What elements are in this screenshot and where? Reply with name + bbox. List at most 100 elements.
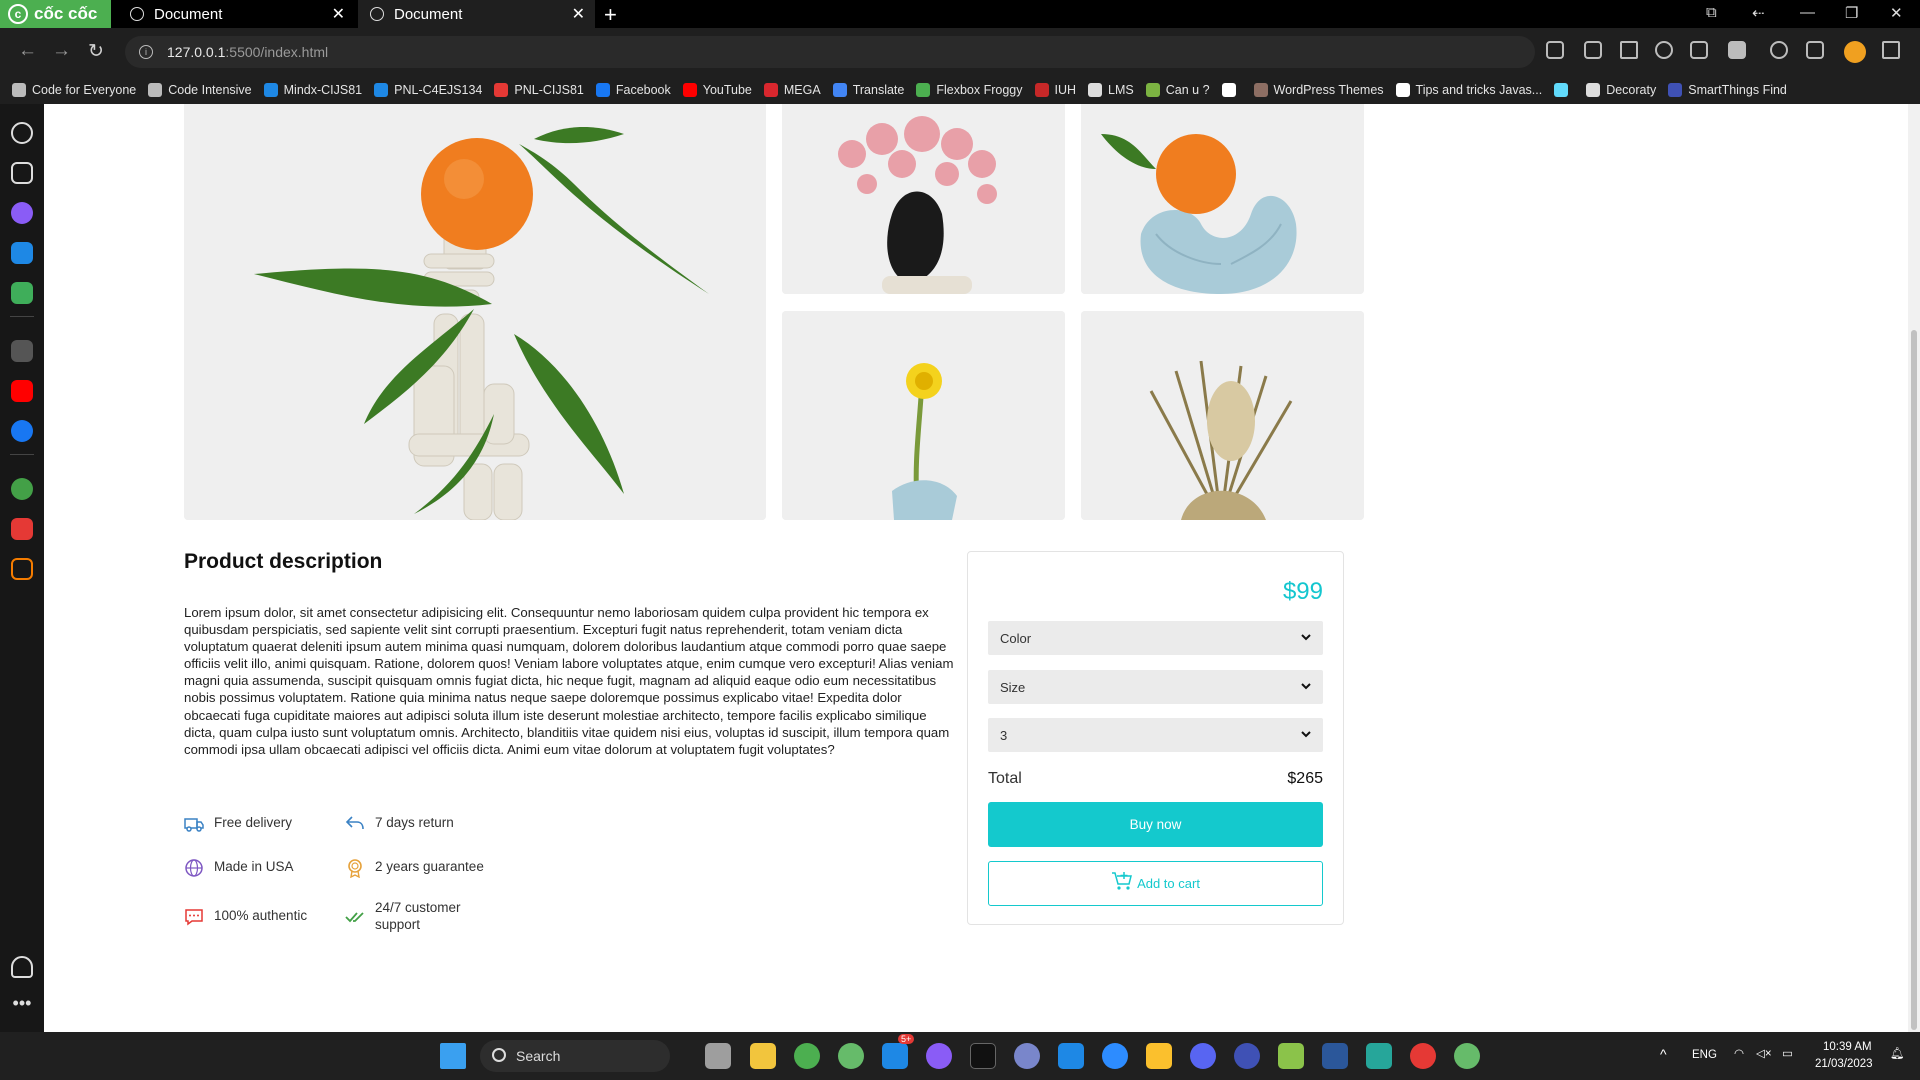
chevron-up-icon[interactable]: ^ <box>1660 1046 1667 1062</box>
zalo-icon[interactable] <box>882 1043 908 1069</box>
bookmark-item[interactable]: Facebook <box>595 83 671 97</box>
game-controller-icon[interactable] <box>11 282 33 304</box>
reading-list-icon[interactable] <box>11 162 33 184</box>
bookmark-item[interactable]: Translate <box>832 83 904 97</box>
share-icon[interactable] <box>1584 41 1602 59</box>
start-button[interactable] <box>440 1043 466 1069</box>
tab-search-icon[interactable]: ⧉ <box>1706 4 1717 21</box>
extensions-icon[interactable] <box>1806 41 1824 59</box>
bookmark-item[interactable]: LMS <box>1088 83 1134 97</box>
maximize-button[interactable]: ❐ <box>1845 4 1858 22</box>
bookmark-item[interactable]: Mindx-CIJS81 <box>263 83 362 97</box>
file-explorer-icon[interactable] <box>750 1043 776 1069</box>
add-icon[interactable] <box>11 340 33 362</box>
product-thumbnail-1[interactable] <box>782 104 1065 294</box>
bookmark-item[interactable]: PNL-CIJS81 <box>494 83 584 97</box>
messenger-icon[interactable] <box>926 1043 952 1069</box>
todo-icon[interactable] <box>11 518 33 540</box>
battery-icon[interactable]: ▭ <box>1782 1046 1793 1060</box>
coccoc-active-icon[interactable] <box>1454 1043 1480 1069</box>
clock-date[interactable]: 21/03/2023 <box>1815 1058 1873 1070</box>
language-indicator[interactable]: ENG <box>1692 1049 1717 1061</box>
bookmark-item[interactable] <box>1221 83 1242 97</box>
vscode-icon[interactable] <box>1058 1043 1084 1069</box>
dev-icon[interactable] <box>970 1043 996 1069</box>
site-info-icon[interactable]: i <box>139 45 153 59</box>
reload-button[interactable]: ↻ <box>88 40 104 63</box>
product-thumbnail-3[interactable] <box>782 311 1065 520</box>
clock-time[interactable]: 10:39 AM <box>1823 1041 1872 1053</box>
profile-avatar[interactable] <box>1844 41 1866 63</box>
messenger-icon[interactable] <box>11 202 33 224</box>
bookmark-item[interactable]: Code Intensive <box>148 83 252 97</box>
bookmark-item[interactable]: MEGA <box>763 83 821 97</box>
buy-now-button[interactable]: Buy now <box>988 802 1323 847</box>
notification-center-icon[interactable]: 🔔︎ <box>1890 1046 1905 1060</box>
add-to-cart-button[interactable]: Add to cart <box>988 861 1323 906</box>
size-select[interactable]: Size <box>988 670 1323 704</box>
zalo-icon[interactable] <box>11 242 33 264</box>
bookmark-item[interactable]: SmartThings Find <box>1668 83 1787 97</box>
task-view-icon[interactable] <box>705 1043 731 1069</box>
close-icon[interactable]: ✕ <box>332 4 345 24</box>
forward-button[interactable]: → <box>52 40 71 62</box>
new-tab-button[interactable]: + <box>604 2 617 28</box>
compass-icon[interactable] <box>1770 41 1788 59</box>
more-options-icon[interactable]: ••• <box>11 994 33 1018</box>
product-thumbnail-2[interactable] <box>1081 104 1364 294</box>
app-icon[interactable] <box>1014 1043 1040 1069</box>
minimize-button[interactable]: — <box>1800 4 1815 21</box>
app-icon[interactable] <box>1278 1043 1304 1069</box>
discord-icon[interactable] <box>1190 1043 1216 1069</box>
tab-document-2[interactable]: Document ✕ <box>358 0 595 28</box>
product-main-image[interactable] <box>184 104 766 520</box>
quantity-select[interactable]: 3 <box>988 718 1323 752</box>
history-icon[interactable] <box>11 122 33 144</box>
taskbar-search[interactable]: Search <box>480 1040 670 1072</box>
scrollbar-thumb[interactable] <box>1911 330 1917 1030</box>
earth-game-icon[interactable] <box>11 478 33 500</box>
bookmark-item[interactable]: Decoraty <box>1586 83 1656 97</box>
bookmark-item[interactable]: WordPress Themes <box>1253 83 1384 97</box>
chrome-icon[interactable] <box>794 1043 820 1069</box>
app-icon[interactable] <box>1410 1043 1436 1069</box>
close-icon[interactable]: ✕ <box>572 4 585 24</box>
close-window-button[interactable]: ✕ <box>1890 4 1903 22</box>
tab-document-1[interactable]: Document ✕ <box>118 0 355 28</box>
coccoc-icon[interactable] <box>838 1043 864 1069</box>
shopping-icon[interactable] <box>11 558 33 580</box>
app-icon[interactable] <box>1366 1043 1392 1069</box>
app-icon[interactable] <box>1234 1043 1260 1069</box>
back-button[interactable]: ← <box>18 40 37 62</box>
page-scrollbar[interactable] <box>1908 104 1920 1032</box>
download-video-icon[interactable] <box>1728 41 1746 59</box>
browser-logo[interactable]: c cốc cốc <box>0 0 111 28</box>
bookmark-item[interactable]: Can u ? <box>1145 83 1210 97</box>
star-app-icon[interactable] <box>1146 1043 1172 1069</box>
bookmark-item[interactable]: YouTube <box>682 83 752 97</box>
youtube-icon[interactable] <box>11 380 33 402</box>
downloads-icon[interactable] <box>1882 41 1900 59</box>
facebook-icon[interactable] <box>11 420 33 442</box>
browser-tab-strip: c cốc cốc Document ✕ Document ✕ + ⧉ ⇠ — … <box>0 0 1920 28</box>
bookmark-item[interactable]: Tips and tricks Javas... <box>1395 83 1542 97</box>
translate-icon[interactable] <box>1546 41 1564 59</box>
bookmark-item[interactable]: Code for Everyone <box>12 83 136 97</box>
zoom-icon[interactable] <box>1102 1043 1128 1069</box>
star-icon[interactable] <box>1620 41 1638 59</box>
shield-icon[interactable] <box>1690 41 1708 59</box>
speaker-muted-icon[interactable]: ◁× <box>1756 1046 1772 1060</box>
wifi-icon[interactable]: ◠ <box>1734 1046 1744 1060</box>
feature-label: 2 years guarantee <box>375 859 484 874</box>
product-thumbnail-4[interactable] <box>1081 311 1364 520</box>
bookmark-item[interactable]: PNL-C4EJS134 <box>374 83 482 97</box>
bookmark-item[interactable]: Flexbox Froggy <box>916 83 1023 97</box>
word-icon[interactable] <box>1322 1043 1348 1069</box>
bookmark-item[interactable]: IUH <box>1034 83 1076 97</box>
notification-bell-icon[interactable] <box>11 956 33 978</box>
color-select[interactable]: Color <box>988 621 1323 655</box>
collapse-icon[interactable]: ⇠ <box>1752 4 1765 22</box>
dark-mode-icon[interactable] <box>1655 41 1673 59</box>
address-bar[interactable]: i 127.0.0.1 :5500/index.html <box>125 36 1535 68</box>
bookmark-item[interactable] <box>1554 83 1574 97</box>
